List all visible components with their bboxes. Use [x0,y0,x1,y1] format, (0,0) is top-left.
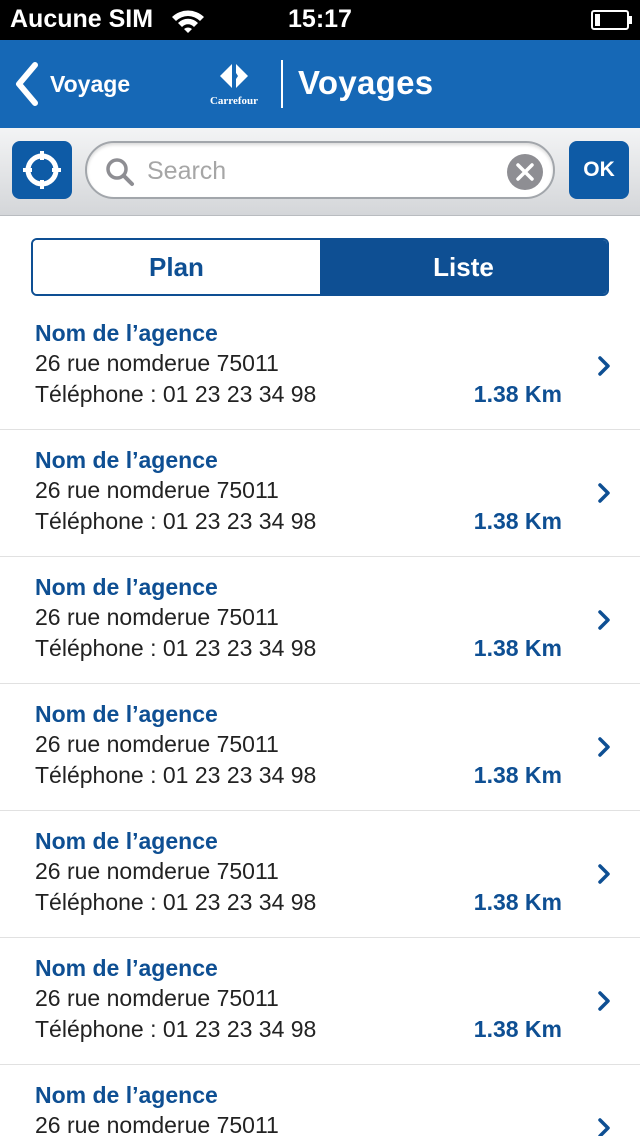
list-item[interactable]: Nom de l’agence 26 rue nomderue 75011 Té… [0,684,640,811]
page-title: Voyages [298,64,434,101]
chevron-right-icon [598,1118,610,1136]
agency-name: Nom de l’agence [35,447,218,473]
search-bar: OK [0,128,640,216]
list-item[interactable]: Nom de l’agence 26 rue nomderue 75011 Té… [0,557,640,684]
back-label: Voyage [50,70,131,97]
agency-distance: 1.38 Km [473,889,562,915]
agency-phone: Téléphone : 01 23 23 34 98 [35,381,317,407]
chevron-right-icon [598,356,610,376]
agency-distance: 1.38 Km [473,381,562,407]
agency-distance: 1.38 Km [473,508,562,534]
battery-icon [591,10,632,30]
agency-phone: Téléphone : 01 23 23 34 98 [35,1016,317,1042]
agency-address: 26 rue nomderue 75011 [35,1112,279,1136]
tab-plan[interactable]: Plan [33,240,320,294]
agency-name: Nom de l’agence [35,320,218,346]
search-field[interactable] [85,141,555,199]
agency-phone: Téléphone : 01 23 23 34 98 [35,635,317,661]
agency-phone: Téléphone : 01 23 23 34 98 [35,508,317,534]
list-item[interactable]: Nom de l’agence 26 rue nomderue 75011 Té… [0,811,640,938]
agency-distance: 1.38 Km [473,762,562,788]
carrefour-logo: Carrefour [210,64,258,107]
agency-name: Nom de l’agence [35,574,218,600]
agency-address: 26 rue nomderue 75011 [35,350,279,376]
agency-name: Nom de l’agence [35,955,218,981]
carrefour-logo-text: Carrefour [210,95,258,107]
agency-address: 26 rue nomderue 75011 [35,604,279,630]
agency-name: Nom de l’agence [35,701,218,727]
agency-distance: 1.38 Km [473,1016,562,1042]
back-button[interactable]: Voyage [14,62,130,106]
ok-button[interactable]: OK [569,141,629,199]
nav-bar: Voyage Carrefour Voyages [0,40,640,128]
agency-address: 26 rue nomderue 75011 [35,858,279,884]
chevron-right-icon [598,737,610,757]
agency-address: 26 rue nomderue 75011 [35,985,279,1011]
agency-name: Nom de l’agence [35,828,218,854]
agency-distance: 1.38 Km [473,635,562,661]
clear-search-icon[interactable] [507,154,543,190]
locate-button[interactable] [12,141,72,199]
agency-name: Nom de l’agence [35,1082,218,1108]
agency-phone: Téléphone : 01 23 23 34 98 [35,889,317,915]
agency-list: Nom de l’agence 26 rue nomderue 75011 Té… [0,303,640,1136]
tab-liste[interactable]: Liste [320,240,607,294]
status-time: 15:17 [288,5,352,33]
search-icon [106,158,134,186]
chevron-right-icon [598,991,610,1011]
nav-divider [281,60,283,108]
agency-phone: Téléphone : 01 23 23 34 98 [35,762,317,788]
view-toggle: Plan Liste [31,238,609,296]
list-item[interactable]: Nom de l’agence 26 rue nomderue 75011 Té… [0,430,640,557]
agency-address: 26 rue nomderue 75011 [35,731,279,757]
list-item[interactable]: Nom de l’agence 26 rue nomderue 75011 [0,1065,640,1136]
list-item[interactable]: Nom de l’agence 26 rue nomderue 75011 Té… [0,938,640,1065]
back-chevron-icon [16,62,38,106]
chevron-right-icon [598,864,610,884]
status-bar: Aucune SIM 15:17 [0,0,640,40]
agency-address: 26 rue nomderue 75011 [35,477,279,503]
list-item[interactable]: Nom de l’agence 26 rue nomderue 75011 Té… [0,303,640,430]
chevron-right-icon [598,610,610,630]
search-input[interactable] [147,151,497,191]
chevron-right-icon [598,483,610,503]
crosshair-icon [23,151,61,189]
